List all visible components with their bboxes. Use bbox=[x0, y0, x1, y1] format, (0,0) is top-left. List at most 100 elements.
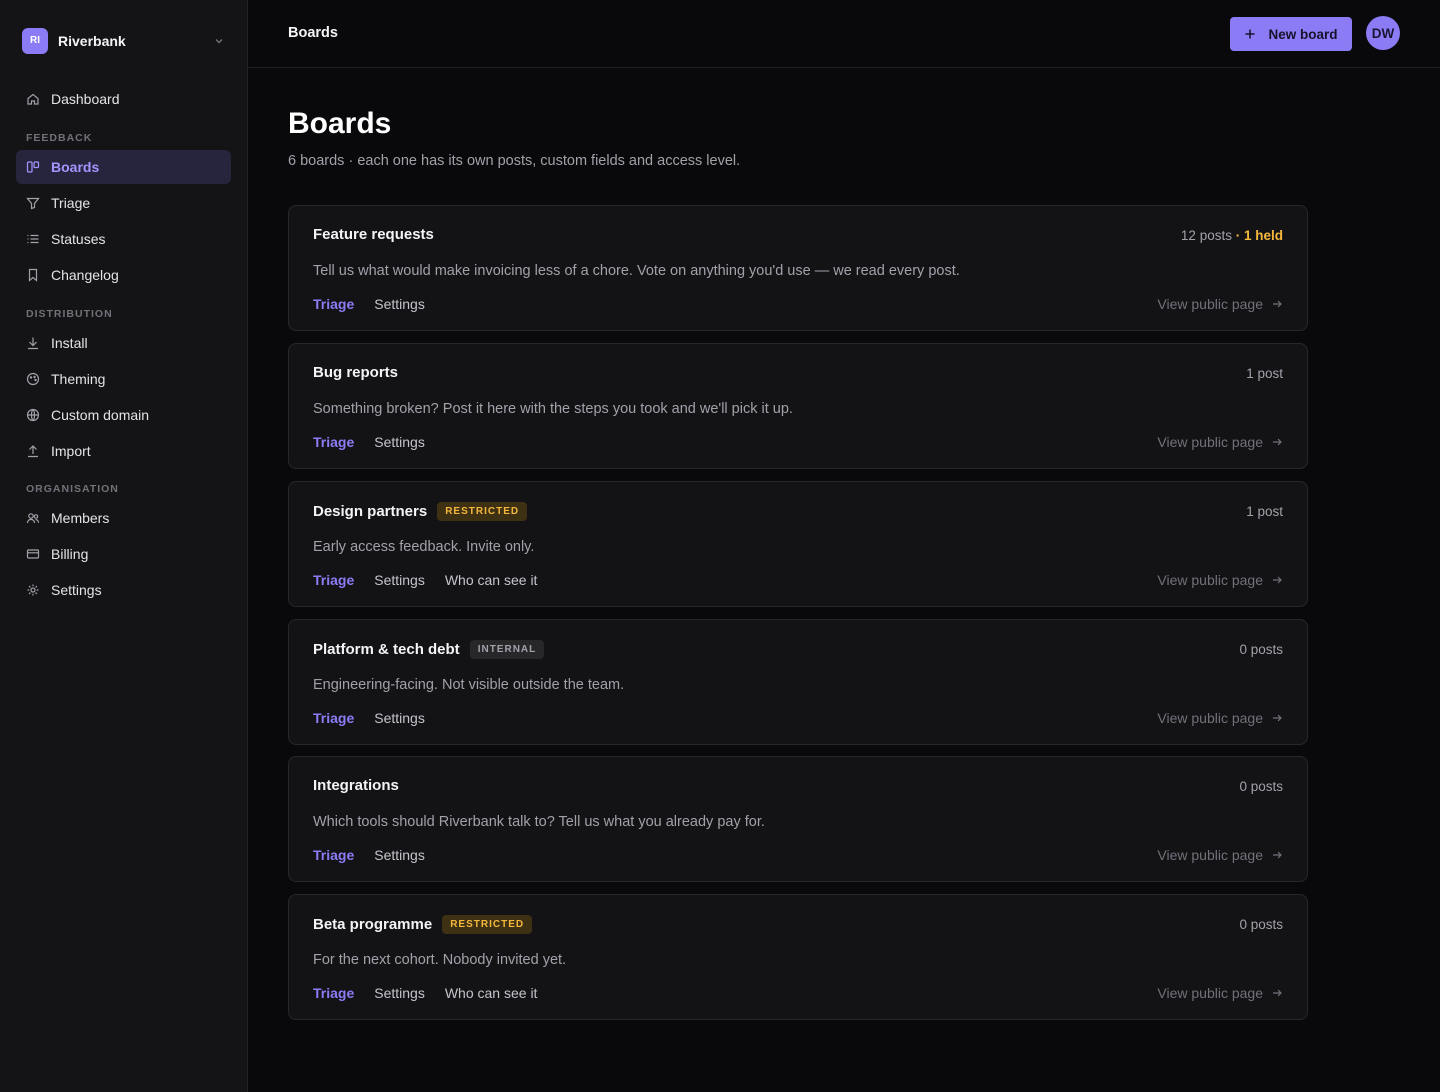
top-bar: Boards New board DW bbox=[248, 0, 1440, 68]
board-description: Early access feedback. Invite only. bbox=[313, 539, 535, 555]
board-title-row: Beta programme RESTRICTED bbox=[313, 915, 533, 934]
sidebar-item-changelog[interactable]: Changelog bbox=[16, 258, 231, 292]
view-public-page-label: View public page bbox=[1157, 434, 1263, 450]
held-count: · 1 held bbox=[1235, 228, 1283, 243]
plus-icon bbox=[1245, 29, 1255, 39]
internal-badge: INTERNAL bbox=[469, 640, 545, 659]
sidebar-item-label: Statuses bbox=[51, 231, 106, 247]
workspace-logo: RI bbox=[22, 27, 48, 54]
sidebar-item-dashboard[interactable]: Dashboard bbox=[16, 82, 231, 116]
sidebar-item-label: Boards bbox=[51, 159, 100, 175]
who-can-see-it-link[interactable]: Who can see it bbox=[445, 985, 538, 1001]
board-post-count: 1 post bbox=[1246, 366, 1283, 381]
board-name[interactable]: Platform & tech debt bbox=[313, 641, 460, 658]
view-public-page-link[interactable]: View public page bbox=[1157, 434, 1283, 450]
board-name[interactable]: Design partners bbox=[313, 503, 427, 520]
triage-link[interactable]: Triage bbox=[313, 985, 354, 1001]
sidebar-item-label: Theming bbox=[51, 371, 106, 387]
arrow-right-icon bbox=[1273, 989, 1282, 997]
list-icon bbox=[27, 234, 39, 244]
bookmark-icon bbox=[28, 268, 38, 282]
settings-link[interactable]: Settings bbox=[374, 710, 425, 726]
sidebar-item-members[interactable]: Members bbox=[16, 501, 231, 535]
view-public-page-label: View public page bbox=[1157, 296, 1263, 312]
post-count: 12 posts bbox=[1180, 228, 1232, 243]
view-public-page-link[interactable]: View public page bbox=[1157, 572, 1283, 588]
sidebar-item-triage[interactable]: Triage bbox=[16, 186, 231, 220]
board-post-count: 0 posts bbox=[1239, 779, 1283, 794]
palette-icon bbox=[26, 372, 40, 386]
board-post-count: 12 posts · 1 held bbox=[1181, 228, 1283, 243]
board-card: Bug reports 1 post Something broken? Pos… bbox=[288, 343, 1308, 469]
view-public-page-link[interactable]: View public page bbox=[1157, 847, 1283, 863]
board-card: Integrations 0 posts Which tools should … bbox=[288, 756, 1308, 882]
sidebar-item-billing[interactable]: Billing bbox=[16, 537, 231, 571]
triage-link[interactable]: Triage bbox=[313, 296, 354, 312]
breadcrumb: Boards bbox=[288, 25, 338, 41]
view-public-page-link[interactable]: View public page bbox=[1157, 710, 1283, 726]
filter-icon bbox=[26, 197, 40, 210]
sidebar-item-theming[interactable]: Theming bbox=[16, 362, 231, 396]
settings-link[interactable]: Settings bbox=[374, 985, 425, 1001]
board-post-count: 0 posts bbox=[1239, 917, 1283, 932]
arrow-right-icon bbox=[1273, 851, 1282, 859]
sidebar-item-label: Changelog bbox=[51, 267, 119, 283]
sidebar-item-label: Settings bbox=[51, 582, 102, 598]
download-icon bbox=[28, 337, 38, 350]
board-card: Design partners RESTRICTED 1 post Early … bbox=[288, 481, 1308, 607]
board-name[interactable]: Bug reports bbox=[313, 364, 398, 381]
sidebar-item-boards[interactable]: Boards bbox=[16, 150, 231, 184]
sidebar-item-settings[interactable]: Settings bbox=[16, 573, 231, 607]
page-title: Boards bbox=[288, 107, 392, 140]
avatar[interactable]: DW bbox=[1366, 16, 1400, 50]
view-public-page-label: View public page bbox=[1157, 572, 1263, 588]
board-title-row: Design partners RESTRICTED bbox=[313, 502, 528, 521]
sidebar-item-statuses[interactable]: Statuses bbox=[16, 222, 231, 256]
gear-icon bbox=[27, 584, 39, 596]
board-name[interactable]: Integrations bbox=[313, 777, 399, 794]
sidebar-item-label: Import bbox=[51, 443, 91, 459]
board-card: Feature requests 12 posts · 1 held Tell … bbox=[288, 205, 1308, 331]
post-count: 1 post bbox=[1246, 366, 1283, 381]
board-card: Beta programme RESTRICTED 0 posts For th… bbox=[288, 894, 1308, 1020]
board-title-row: Bug reports bbox=[313, 364, 398, 381]
view-public-page-link[interactable]: View public page bbox=[1157, 296, 1283, 312]
triage-link[interactable]: Triage bbox=[313, 847, 354, 863]
nav-section-feedback: FEEDBACK bbox=[26, 132, 93, 144]
board-actions: Triage Settings bbox=[313, 847, 445, 863]
sidebar-item-label: Billing bbox=[51, 546, 89, 562]
workspace-switcher[interactable]: RI Riverbank bbox=[16, 24, 231, 57]
post-count: 0 posts bbox=[1239, 779, 1283, 794]
users-icon bbox=[26, 513, 40, 524]
board-name[interactable]: Beta programme bbox=[313, 916, 432, 933]
upload-icon bbox=[28, 445, 38, 458]
triage-link[interactable]: Triage bbox=[313, 572, 354, 588]
sidebar-item-custom-domain[interactable]: Custom domain bbox=[16, 398, 231, 432]
globe-icon bbox=[26, 408, 40, 422]
restricted-badge: RESTRICTED bbox=[437, 502, 528, 521]
sidebar-item-label: Triage bbox=[51, 195, 91, 211]
settings-link[interactable]: Settings bbox=[374, 847, 425, 863]
settings-link[interactable]: Settings bbox=[374, 434, 425, 450]
board-name[interactable]: Feature requests bbox=[313, 226, 434, 243]
settings-link[interactable]: Settings bbox=[374, 296, 425, 312]
triage-link[interactable]: Triage bbox=[313, 710, 354, 726]
view-public-page-link[interactable]: View public page bbox=[1157, 985, 1283, 1001]
sidebar-item-label: Custom domain bbox=[51, 407, 150, 423]
sidebar-item-import[interactable]: Import bbox=[16, 434, 231, 468]
who-can-see-it-link[interactable]: Who can see it bbox=[445, 572, 538, 588]
board-title-row: Feature requests bbox=[313, 226, 434, 243]
workspace-name: Riverbank bbox=[58, 32, 126, 49]
arrow-right-icon bbox=[1273, 576, 1282, 584]
settings-link[interactable]: Settings bbox=[374, 572, 425, 588]
triage-link[interactable]: Triage bbox=[313, 434, 354, 450]
board-title-row: Integrations bbox=[313, 777, 399, 794]
sidebar-item-install[interactable]: Install bbox=[16, 326, 231, 360]
board-description: For the next cohort. Nobody invited yet. bbox=[313, 952, 567, 968]
post-count: 0 posts bbox=[1239, 642, 1283, 657]
board-post-count: 0 posts bbox=[1239, 642, 1283, 657]
new-board-button[interactable]: New board bbox=[1230, 17, 1352, 51]
view-public-page-label: View public page bbox=[1157, 847, 1263, 863]
board-description: Tell us what would make invoicing less o… bbox=[313, 263, 960, 279]
board-actions: Triage Settings bbox=[313, 434, 445, 450]
